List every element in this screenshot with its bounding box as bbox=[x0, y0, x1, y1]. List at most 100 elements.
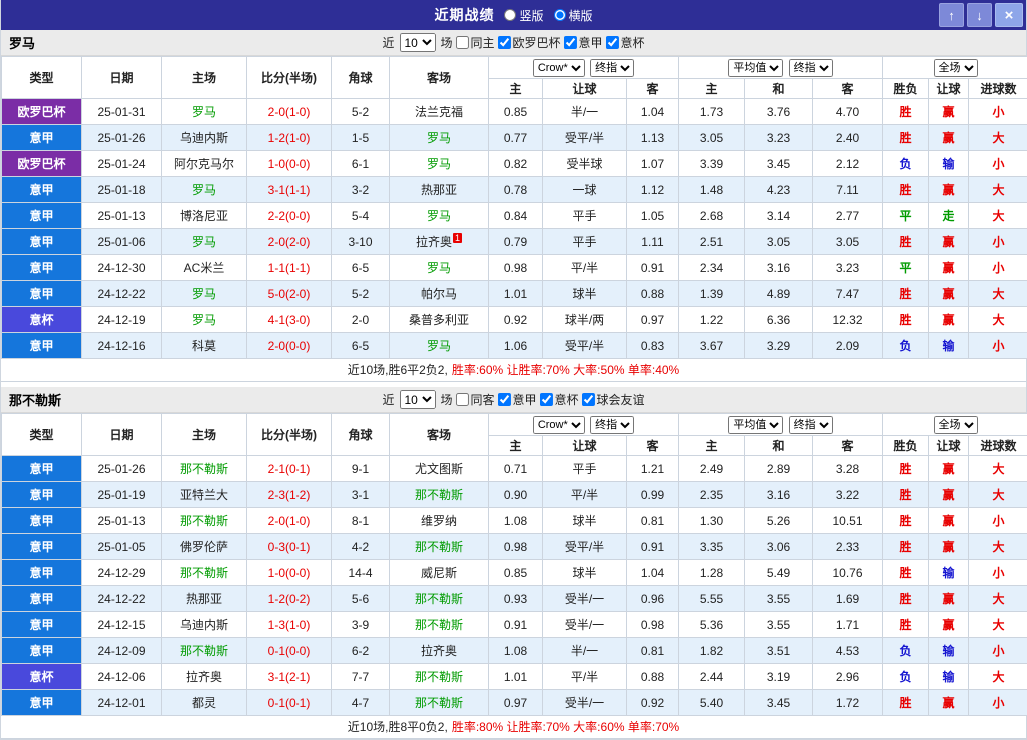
odds-away-cell: 0.81 bbox=[627, 638, 679, 664]
league-filter-checkbox[interactable] bbox=[498, 393, 511, 406]
home-team-cell: 罗马 bbox=[162, 99, 247, 125]
result-cell: 负 bbox=[883, 638, 929, 664]
league-filter[interactable]: 意杯 bbox=[606, 34, 645, 51]
vertical-layout-radio[interactable] bbox=[504, 9, 516, 21]
avg-away-cell: 12.32 bbox=[813, 307, 883, 333]
same-venue-filter[interactable]: 同主 bbox=[455, 34, 494, 51]
handicap-result-cell: 赢 bbox=[929, 281, 969, 307]
avg-away-cell: 2.96 bbox=[813, 664, 883, 690]
league-filter[interactable]: 球会友谊 bbox=[582, 391, 645, 408]
avg-away-cell: 4.70 bbox=[813, 99, 883, 125]
score-cell: 2-0(2-0) bbox=[247, 229, 332, 255]
avg-select[interactable]: 平均值 bbox=[728, 59, 783, 77]
match-date-cell: 25-01-13 bbox=[82, 203, 162, 229]
league-filter-checkbox[interactable] bbox=[540, 393, 553, 406]
odds-time-select[interactable]: 终指 bbox=[590, 416, 634, 434]
score-cell: 1-0(0-0) bbox=[247, 560, 332, 586]
score-cell: 3-1(1-1) bbox=[247, 177, 332, 203]
score-cell: 0-3(0-1) bbox=[247, 534, 332, 560]
horizontal-layout-radio[interactable] bbox=[554, 9, 566, 21]
odds-time-select[interactable]: 终指 bbox=[590, 59, 634, 77]
handicap-result-cell: 输 bbox=[929, 333, 969, 359]
layout-option-vertical[interactable]: 竖版 bbox=[504, 7, 543, 24]
corner-cell: 3-2 bbox=[332, 177, 390, 203]
match-type-cell: 意甲 bbox=[2, 560, 82, 586]
league-filter[interactable]: 欧罗巴杯 bbox=[498, 34, 561, 51]
odds-company-select[interactable]: Crow* bbox=[533, 416, 585, 434]
away-team-cell: 那不勒斯 bbox=[390, 586, 489, 612]
avg-home-cell: 2.68 bbox=[679, 203, 745, 229]
home-team-cell: 那不勒斯 bbox=[162, 508, 247, 534]
league-filter-label: 欧罗巴杯 bbox=[513, 34, 561, 51]
page-title: 近期战绩 bbox=[434, 5, 494, 25]
result-cell: 胜 bbox=[883, 508, 929, 534]
goals-result-cell: 大 bbox=[969, 281, 1027, 307]
avg-time-select[interactable]: 终指 bbox=[789, 416, 833, 434]
odds-away-cell: 0.96 bbox=[627, 586, 679, 612]
goals-result-cell: 大 bbox=[969, 586, 1027, 612]
col-away: 客场 bbox=[390, 414, 489, 456]
handicap-cell: 受半/一 bbox=[543, 690, 627, 716]
filter-bar: 近10场同主欧罗巴杯意甲意杯 bbox=[382, 33, 644, 52]
scope-select[interactable]: 全场 bbox=[934, 59, 978, 77]
result-cell: 负 bbox=[883, 333, 929, 359]
match-count-select[interactable]: 10 bbox=[399, 33, 435, 52]
home-team-cell: 那不勒斯 bbox=[162, 456, 247, 482]
goals-result-cell: 大 bbox=[969, 664, 1027, 690]
match-row: 意甲24-12-22罗马5-0(2-0)5-2帕尔马1.01球半0.881.39… bbox=[2, 281, 1027, 307]
corner-cell: 7-7 bbox=[332, 664, 390, 690]
same-venue-filter-checkbox[interactable] bbox=[455, 393, 468, 406]
score-cell: 0-1(0-1) bbox=[247, 690, 332, 716]
avg-select[interactable]: 平均值 bbox=[728, 416, 783, 434]
league-filter-checkbox[interactable] bbox=[582, 393, 595, 406]
match-date-cell: 24-12-01 bbox=[82, 690, 162, 716]
league-filter-checkbox[interactable] bbox=[498, 36, 511, 49]
handicap-cell: 平手 bbox=[543, 203, 627, 229]
same-venue-filter-checkbox[interactable] bbox=[455, 36, 468, 49]
match-type-cell: 意杯 bbox=[2, 307, 82, 333]
handicap-result-cell: 赢 bbox=[929, 482, 969, 508]
odds-group-header: Crow* 终指 bbox=[489, 414, 679, 436]
league-filter[interactable]: 意甲 bbox=[564, 34, 603, 51]
league-filter-label: 意甲 bbox=[513, 391, 537, 408]
avg-time-select[interactable]: 终指 bbox=[789, 59, 833, 77]
league-filter[interactable]: 意杯 bbox=[540, 391, 579, 408]
match-type-cell: 意甲 bbox=[2, 482, 82, 508]
scroll-down-button[interactable]: ↓ bbox=[967, 3, 992, 27]
score-cell: 2-0(1-0) bbox=[247, 99, 332, 125]
close-button[interactable]: × bbox=[995, 3, 1023, 27]
match-row: 欧罗巴杯25-01-24阿尔克马尔1-0(0-0)6-1罗马0.82受半球1.0… bbox=[2, 151, 1027, 177]
match-type-cell: 意甲 bbox=[2, 229, 82, 255]
handicap-cell: 一球 bbox=[543, 177, 627, 203]
col-result: 胜负 bbox=[883, 436, 929, 456]
score-cell: 1-2(0-2) bbox=[247, 586, 332, 612]
match-date-cell: 25-01-05 bbox=[82, 534, 162, 560]
summary-prefix: 近10场,胜6平2负2, bbox=[348, 363, 448, 377]
handicap-result-cell: 赢 bbox=[929, 125, 969, 151]
match-count-select[interactable]: 10 bbox=[399, 390, 435, 409]
avg-draw-cell: 3.51 bbox=[745, 638, 813, 664]
col-handicap: 让球 bbox=[543, 79, 627, 99]
odds-company-select[interactable]: Crow* bbox=[533, 59, 585, 77]
odds-away-cell: 1.12 bbox=[627, 177, 679, 203]
corner-cell: 5-6 bbox=[332, 586, 390, 612]
scroll-up-button[interactable]: ↑ bbox=[939, 3, 964, 27]
result-cell: 胜 bbox=[883, 560, 929, 586]
same-venue-filter[interactable]: 同客 bbox=[455, 391, 494, 408]
layout-option-horizontal[interactable]: 横版 bbox=[554, 7, 593, 24]
scope-select[interactable]: 全场 bbox=[934, 416, 978, 434]
handicap-result-cell: 赢 bbox=[929, 255, 969, 281]
avg-home-cell: 2.34 bbox=[679, 255, 745, 281]
away-team-cell: 热那亚 bbox=[390, 177, 489, 203]
league-filter[interactable]: 意甲 bbox=[498, 391, 537, 408]
odds-away-cell: 1.04 bbox=[627, 560, 679, 586]
away-team-cell: 那不勒斯 bbox=[390, 534, 489, 560]
league-filter-checkbox[interactable] bbox=[606, 36, 619, 49]
match-row: 意甲25-01-13博洛尼亚2-2(0-0)5-4罗马0.84平手1.052.6… bbox=[2, 203, 1027, 229]
avg-draw-cell: 2.89 bbox=[745, 456, 813, 482]
goals-result-cell: 大 bbox=[969, 203, 1027, 229]
league-filter-checkbox[interactable] bbox=[564, 36, 577, 49]
goals-result-cell: 大 bbox=[969, 125, 1027, 151]
odds-home-cell: 0.91 bbox=[489, 612, 543, 638]
avg-away-cell: 1.72 bbox=[813, 690, 883, 716]
